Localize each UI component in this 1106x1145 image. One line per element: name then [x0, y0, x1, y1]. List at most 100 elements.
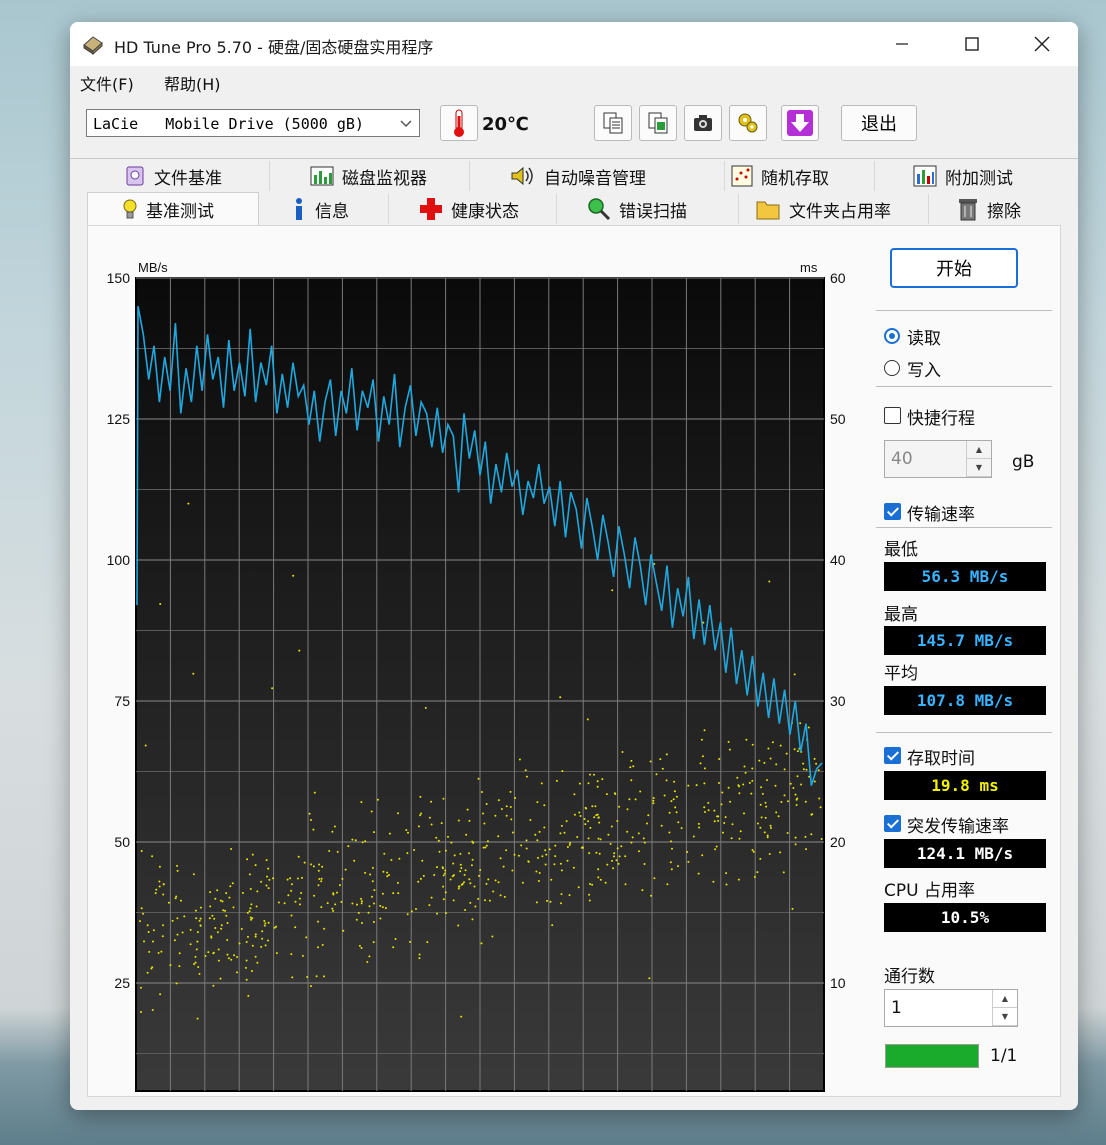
options-button[interactable]: [729, 105, 767, 141]
tab-file-benchmark[interactable]: 文件基准: [90, 161, 270, 191]
access-time-dot: [743, 812, 745, 815]
tab-benchmark[interactable]: 基准测试: [87, 192, 259, 226]
tab-info[interactable]: 信息: [259, 194, 389, 224]
tab-disk-monitor[interactable]: 磁盘监视器: [270, 161, 470, 191]
access-time-dot: [199, 906, 202, 909]
tab-bar: 文件基准 磁盘监视器 自动噪音管理 随机存取 附加测试 基准测试 信息 健康状态…: [70, 159, 1078, 226]
access-time-dot: [616, 847, 619, 850]
access-time-dot: [361, 841, 364, 844]
access-time-dot: [767, 747, 770, 750]
copy-text-button[interactable]: [594, 105, 632, 141]
short-stroke-checkbox[interactable]: [884, 407, 901, 424]
access-time-dot: [328, 850, 331, 852]
access-time-value: 19.8 ms: [884, 771, 1046, 800]
copy-all-button[interactable]: [639, 105, 677, 141]
minimize-button[interactable]: [870, 22, 934, 66]
tab-extra-tests[interactable]: 附加测试: [875, 161, 1060, 191]
red-cross-icon: [419, 197, 443, 221]
drive-select[interactable]: LaCie Mobile Drive (5000 gB): [86, 109, 420, 137]
tab-noise-management[interactable]: 自动噪音管理: [470, 161, 725, 191]
min-label: 最低: [884, 540, 918, 560]
access-time-dot: [405, 829, 408, 831]
access-time-dot: [484, 846, 487, 849]
access-time-dot: [559, 832, 562, 835]
menu-file[interactable]: 文件(F): [80, 71, 134, 95]
read-radio[interactable]: [884, 328, 900, 344]
access-time-dot: [687, 784, 690, 787]
start-button[interactable]: 开始: [890, 248, 1018, 288]
access-time-dot: [366, 961, 369, 963]
access-time-dot: [159, 993, 162, 996]
access-time-dot: [582, 846, 584, 849]
access-time-dot: [392, 892, 395, 895]
access-time-dot: [310, 819, 312, 821]
access-time-dot: [487, 878, 490, 881]
access-time-dot: [142, 912, 145, 915]
passes-spinner[interactable]: ▲ ▼: [992, 990, 1017, 1026]
passes-input[interactable]: 1 ▲ ▼: [884, 989, 1018, 1027]
access-time-dot: [261, 930, 264, 933]
access-time-dot: [376, 798, 379, 801]
y-right-tick-label: 20: [830, 834, 846, 850]
access-time-dot: [251, 853, 254, 856]
access-time-dot: [196, 940, 199, 943]
access-time-dot: [718, 782, 720, 784]
access-time-dot: [712, 880, 715, 883]
screenshot-button[interactable]: [684, 105, 722, 141]
access-time-dot: [384, 907, 387, 910]
access-time-dot: [418, 957, 421, 960]
access-time-dot: [543, 804, 546, 807]
max-label: 最高: [884, 605, 918, 625]
access-time-dot: [176, 869, 179, 872]
gears-icon: [738, 113, 758, 133]
access-time-dot: [396, 881, 399, 884]
access-time-dot: [160, 950, 163, 953]
access-time-dot: [360, 801, 363, 804]
tab-folder-usage[interactable]: 文件夹占用率: [739, 194, 929, 224]
tab-random-access[interactable]: 随机存取: [725, 161, 875, 191]
access-time-dot: [643, 841, 646, 844]
tab-health[interactable]: 健康状态: [389, 194, 557, 224]
transfer-rate-checkbox[interactable]: [884, 503, 901, 520]
exit-button[interactable]: 退出: [841, 105, 917, 141]
burst-rate-checkbox[interactable]: [884, 815, 901, 832]
access-time-dot: [140, 1011, 142, 1013]
close-button[interactable]: [1010, 22, 1074, 66]
access-time-dot: [471, 858, 474, 861]
access-time-checkbox[interactable]: [884, 747, 901, 764]
short-stroke-size-input[interactable]: 40 ▲ ▼: [884, 440, 992, 478]
access-time-dot: [247, 935, 249, 938]
access-time-dot: [646, 822, 648, 825]
spin-down-icon: ▼: [993, 1008, 1017, 1026]
access-time-dot: [521, 881, 524, 884]
access-time-dot: [204, 955, 207, 957]
write-radio[interactable]: [884, 360, 900, 376]
access-time-dot: [802, 768, 805, 771]
save-button[interactable]: [781, 105, 819, 141]
access-time-dot: [357, 911, 360, 914]
access-time-dot: [428, 904, 431, 907]
access-time-dot: [470, 864, 473, 867]
access-time-dot: [783, 794, 786, 797]
access-time-dot: [525, 775, 528, 778]
access-time-dot: [152, 940, 154, 943]
tab-error-scan[interactable]: 错误扫描: [557, 194, 739, 224]
menu-help[interactable]: 帮助(H): [164, 71, 221, 95]
access-time-dot: [199, 924, 202, 927]
access-time-dot: [459, 870, 462, 873]
burst-rate-label: 突发传输速率: [907, 817, 1009, 837]
access-time-dot: [209, 905, 212, 908]
access-time-dot: [817, 769, 820, 772]
access-time-dot: [820, 838, 823, 840]
temperature-button[interactable]: [440, 105, 478, 141]
y-left-tick-label: 125: [107, 411, 131, 427]
access-time-dot: [464, 869, 467, 872]
access-time-dot: [794, 793, 797, 796]
short-stroke-spinner[interactable]: ▲ ▼: [966, 441, 991, 477]
maximize-button[interactable]: [940, 22, 1004, 66]
access-time-dot: [505, 805, 508, 808]
access-time-dot: [520, 844, 523, 847]
tab-erase[interactable]: 擦除: [929, 194, 1060, 224]
access-time-dot: [263, 920, 266, 922]
access-time-dot: [730, 837, 733, 840]
